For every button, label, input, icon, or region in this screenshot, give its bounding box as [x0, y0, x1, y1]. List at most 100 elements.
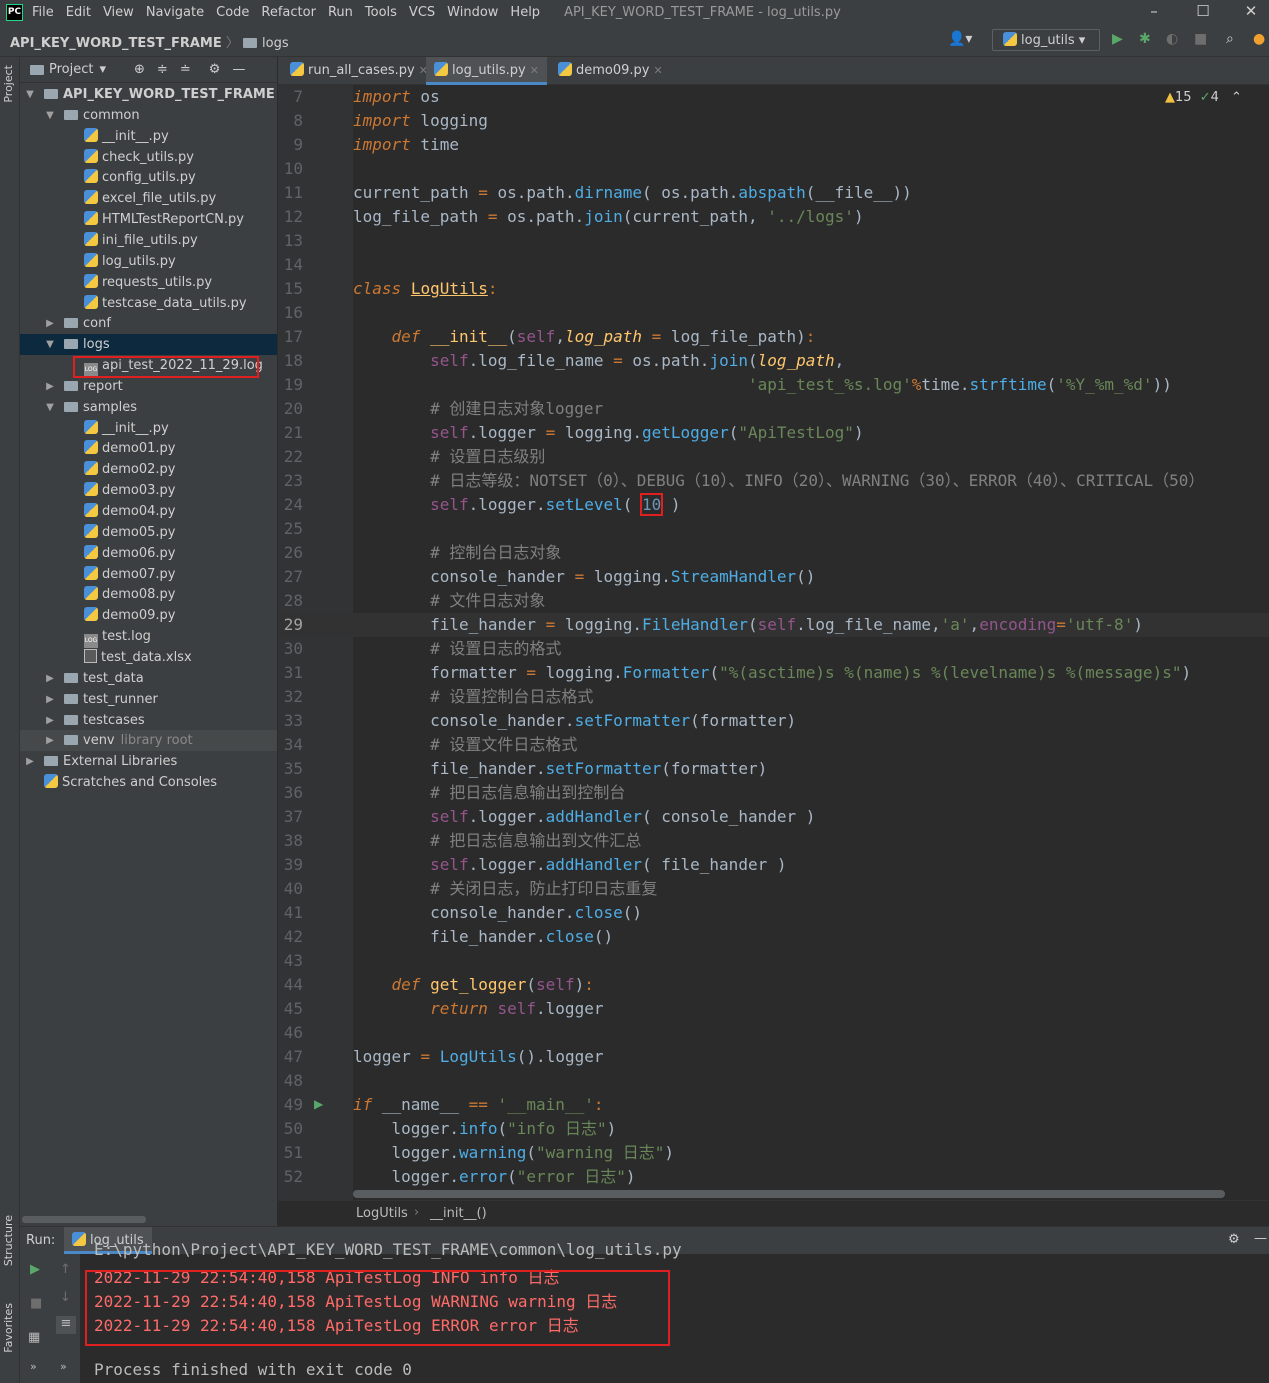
tree-item[interactable]: requests_utils.py: [20, 272, 277, 293]
menu-edit[interactable]: Edit: [66, 5, 91, 20]
tree-item[interactable]: ▼ logs: [20, 334, 277, 356]
code-line[interactable]: 36 # 把日志信息输出到控制台: [278, 781, 1269, 805]
code-line[interactable]: 25: [278, 517, 1269, 541]
chevron-right-icon[interactable]: ▶: [44, 710, 56, 731]
run-gutter-icon[interactable]: ▶: [314, 1097, 323, 1111]
chevron-right-icon[interactable]: ▶: [44, 313, 56, 334]
chevron-down-icon[interactable]: ▼: [44, 397, 56, 418]
chevron-down-icon[interactable]: ▼: [44, 334, 56, 355]
tree-item[interactable]: ini_file_utils.py: [20, 230, 277, 251]
inspection-widget[interactable]: ▲15 ✓4 ⌃: [1165, 90, 1242, 105]
tree-item[interactable]: ▶ External Libraries: [20, 751, 277, 772]
code-line[interactable]: 19 'api_test_%s.log'%time.strftime('%Y_%…: [278, 373, 1269, 397]
code-line[interactable]: 34 # 设置文件日志格式: [278, 733, 1269, 757]
user-icon[interactable]: 👤▾: [948, 31, 972, 47]
chevron-down-icon[interactable]: ▼: [44, 105, 56, 126]
rerun-icon[interactable]: ▶: [30, 1262, 40, 1277]
tree-item[interactable]: config_utils.py: [20, 167, 277, 188]
close-tab-icon[interactable]: ✕: [530, 64, 539, 77]
code-line[interactable]: 47 logger = LogUtils().logger: [278, 1045, 1269, 1069]
expand-all-icon[interactable]: ≑: [157, 62, 168, 77]
menu-file[interactable]: File: [32, 5, 54, 20]
tree-item[interactable]: demo08.py: [20, 584, 277, 605]
chevron-right-icon[interactable]: ▶: [44, 376, 56, 397]
code-line[interactable]: 23 # 日志等级：NOTSET（0）、DEBUG（10）、INFO（20）、W…: [278, 469, 1269, 493]
tree-item[interactable]: demo01.py: [20, 438, 277, 459]
editor-tab[interactable]: run_all_cases.py ✕: [282, 57, 436, 85]
code-line[interactable]: 37 self.logger.addHandler( console_hande…: [278, 805, 1269, 829]
menu-code[interactable]: Code: [216, 5, 249, 20]
chevron-right-icon[interactable]: ▶: [44, 689, 56, 710]
structure-tool-tab[interactable]: Structure: [2, 1215, 15, 1266]
project-tool-tab[interactable]: Project: [2, 65, 15, 103]
stop-icon[interactable]: ■: [30, 1296, 42, 1311]
dropdown-icon[interactable]: ▾: [99, 62, 106, 77]
horizontal-scrollbar[interactable]: [22, 1216, 146, 1223]
tree-item[interactable]: ▶ conf: [20, 313, 277, 334]
tree-item[interactable]: Scratches and Consoles: [20, 772, 277, 793]
breadcrumb-folder[interactable]: logs: [262, 36, 289, 51]
stop-icon[interactable]: ■: [1194, 31, 1207, 47]
tree-item[interactable]: log_utils.py: [20, 251, 277, 272]
debug-icon[interactable]: ✱: [1139, 31, 1151, 47]
tree-item[interactable]: demo06.py: [20, 543, 277, 564]
arrow-up-icon[interactable]: ↑: [60, 1262, 71, 1277]
tree-item[interactable]: test_data.xlsx: [20, 647, 277, 668]
hide-icon[interactable]: —: [232, 62, 245, 77]
code-line[interactable]: 9 import time: [278, 133, 1269, 157]
chevron-down-icon[interactable]: ▼: [24, 84, 36, 105]
code-line[interactable]: 14: [278, 253, 1269, 277]
code-line[interactable]: 46: [278, 1021, 1269, 1045]
tree-item[interactable]: demo03.py: [20, 480, 277, 501]
hide-icon[interactable]: —: [1254, 1231, 1267, 1246]
code-line[interactable]: 43: [278, 949, 1269, 973]
run-icon[interactable]: ▶: [1112, 31, 1123, 47]
tree-item[interactable]: ▶ testcases: [20, 710, 277, 731]
tree-item[interactable]: LOG test.log: [20, 626, 277, 649]
tree-item[interactable]: __init__.py: [20, 418, 277, 439]
project-panel-title[interactable]: Project: [49, 62, 93, 77]
editor-tab[interactable]: log_utils.py ✕: [426, 57, 547, 85]
tree-item[interactable]: demo04.py: [20, 501, 277, 522]
search-icon[interactable]: ⌕: [1226, 31, 1234, 47]
coverage-icon[interactable]: ◐: [1166, 31, 1178, 47]
code-line[interactable]: 20 # 创建日志对象logger: [278, 397, 1269, 421]
code-line[interactable]: 48: [278, 1069, 1269, 1093]
code-line[interactable]: 29 file_hander = logging.FileHandler(sel…: [278, 613, 1269, 637]
code-line[interactable]: 26 # 控制台日志对象: [278, 541, 1269, 565]
code-line[interactable]: 45 return self.logger: [278, 997, 1269, 1021]
run-config-select[interactable]: log_utils ▾: [992, 29, 1100, 51]
tree-item[interactable]: excel_file_utils.py: [20, 188, 277, 209]
close-tab-icon[interactable]: ✕: [654, 64, 663, 77]
update-icon[interactable]: ●: [1253, 31, 1265, 47]
code-line[interactable]: 18 self.log_file_name = os.path.join(log…: [278, 349, 1269, 373]
code-editor[interactable]: 7 import os 8 import logging 9 import time 10 1…: [278, 85, 1269, 1200]
code-line[interactable]: 42 file_hander.close(): [278, 925, 1269, 949]
tree-item[interactable]: ▼API_KEY_WORD_TEST_FRAMEE:\p: [20, 84, 306, 105]
menu-window[interactable]: Window: [447, 5, 498, 20]
locate-icon[interactable]: ⊕: [134, 62, 145, 77]
code-line[interactable]: 27 console_hander = logging.StreamHandle…: [278, 565, 1269, 589]
tree-item[interactable]: demo07.py: [20, 564, 277, 585]
code-line[interactable]: 17 def __init__(self,log_path = log_file…: [278, 325, 1269, 349]
tree-item[interactable]: demo02.py: [20, 459, 277, 480]
gear-icon[interactable]: ⚙: [209, 62, 221, 77]
code-line[interactable]: 28 # 文件日志对象: [278, 589, 1269, 613]
chevron-up-icon[interactable]: ⌃: [1231, 90, 1242, 105]
code-line[interactable]: 32 # 设置控制台日志格式: [278, 685, 1269, 709]
chevron-right-icon[interactable]: ▶: [44, 730, 56, 751]
tree-item[interactable]: check_utils.py: [20, 147, 277, 168]
code-line[interactable]: 31 formatter = logging.Formatter("%(asct…: [278, 661, 1269, 685]
tree-item[interactable]: ▶ report: [20, 376, 277, 397]
maximize-icon[interactable]: ☐: [1180, 0, 1226, 24]
more-icon-2[interactable]: »: [60, 1360, 67, 1373]
layout-icon[interactable]: ▦: [28, 1330, 40, 1345]
code-line[interactable]: 50 logger.info("info 日志"): [278, 1117, 1269, 1141]
soft-wrap-icon[interactable]: ≡: [56, 1316, 76, 1334]
gear-icon[interactable]: ⚙: [1228, 1232, 1240, 1247]
code-line[interactable]: 8 import logging: [278, 109, 1269, 133]
code-line[interactable]: 35 file_hander.setFormatter(formatter): [278, 757, 1269, 781]
code-line[interactable]: 12 log_file_path = os.path.join(current_p…: [278, 205, 1269, 229]
code-line[interactable]: 52 logger.error("error 日志"): [278, 1165, 1269, 1189]
arrow-down-icon[interactable]: ↓: [60, 1290, 71, 1305]
